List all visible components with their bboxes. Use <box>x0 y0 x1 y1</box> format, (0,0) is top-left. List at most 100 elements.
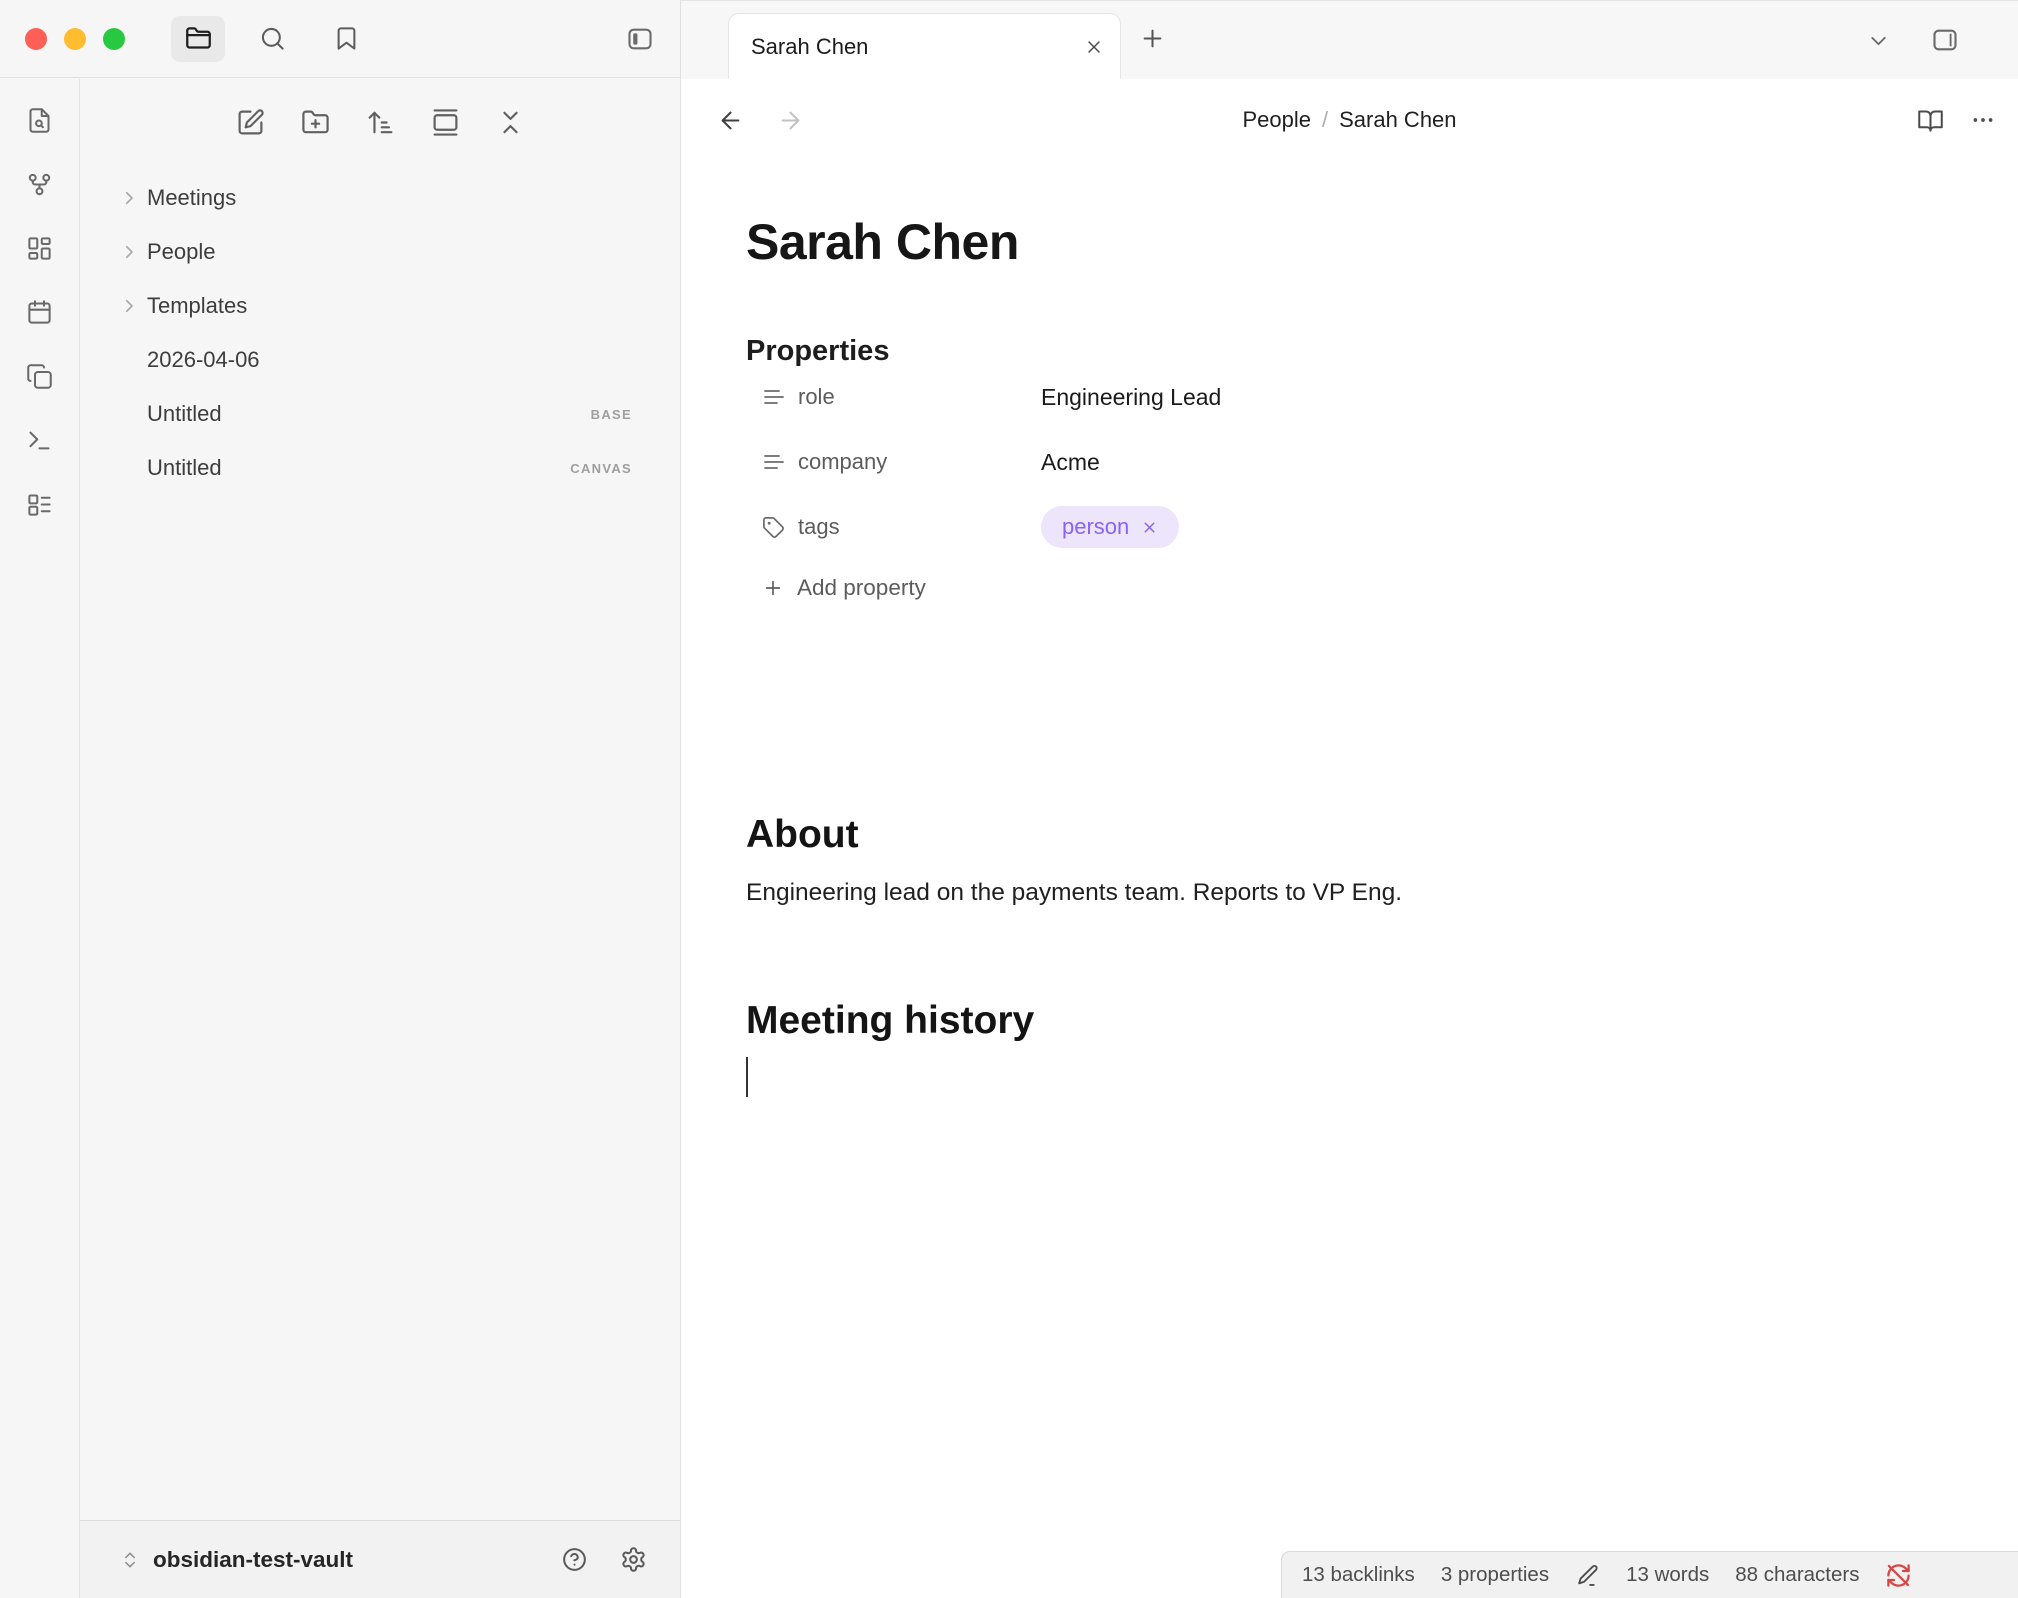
calendar-icon[interactable] <box>26 299 53 326</box>
property-key[interactable]: company <box>798 449 1041 475</box>
new-note-icon[interactable] <box>236 108 265 137</box>
edit-mode-pencil-icon[interactable] <box>1575 1563 1600 1588</box>
status-bar: 13 backlinks 3 properties 13 words 88 ch… <box>1281 1551 2018 1598</box>
gallery-vertical-icon[interactable] <box>431 108 460 137</box>
breadcrumb-note[interactable]: Sarah Chen <box>1339 107 1456 133</box>
about-body[interactable]: Engineering lead on the payments team. R… <box>746 879 1402 907</box>
new-tab-button[interactable] <box>1139 25 1166 52</box>
properties-count[interactable]: 3 properties <box>1441 1563 1549 1587</box>
bookmarks-tab-button[interactable] <box>319 16 373 62</box>
tag-icon <box>762 516 798 539</box>
tab-list-dropdown-button[interactable] <box>1866 28 1891 53</box>
tree-item-label: People <box>147 239 216 265</box>
dashboard-icon[interactable] <box>26 235 53 262</box>
tree-note-daily[interactable]: 2026-04-06 <box>81 333 680 387</box>
new-folder-icon[interactable] <box>301 108 330 137</box>
file-explorer-toolbar <box>81 79 680 165</box>
help-circle-icon <box>561 1546 588 1573</box>
tree-folder-templates[interactable]: Templates <box>81 279 680 333</box>
close-icon <box>1084 37 1104 57</box>
about-heading[interactable]: About <box>746 813 859 857</box>
arrow-right-icon <box>777 107 804 134</box>
chevron-right-icon[interactable] <box>120 297 147 315</box>
reading-mode-button[interactable] <box>1917 107 1944 134</box>
plus-icon <box>762 577 784 599</box>
breadcrumb-separator: / <box>1322 107 1328 133</box>
backlinks-count[interactable]: 13 backlinks <box>1302 1563 1415 1587</box>
remove-tag-icon[interactable] <box>1141 519 1158 536</box>
collapse-all-icon[interactable] <box>496 108 525 137</box>
tag-pill[interactable]: person <box>1041 506 1179 548</box>
files-tab-button[interactable] <box>171 16 225 62</box>
gear-icon <box>620 1546 647 1573</box>
text-cursor <box>746 1057 748 1097</box>
zoom-window-button[interactable] <box>103 28 125 50</box>
help-button[interactable] <box>561 1546 588 1573</box>
obsidian-window: Meetings People Templates 2026-04-06 <box>0 0 2018 1598</box>
tree-file-untitled-canvas[interactable]: Untitled CANVAS <box>81 441 680 495</box>
tree-item-label: 2026-04-06 <box>147 347 260 373</box>
vault-bar: obsidian-test-vault <box>80 1520 680 1598</box>
chevron-right-icon[interactable] <box>120 243 147 261</box>
meeting-history-heading[interactable]: Meeting history <box>746 999 1034 1043</box>
text-property-icon <box>762 385 798 409</box>
search-tab-button[interactable] <box>245 16 299 62</box>
list-detail-icon[interactable] <box>26 491 53 518</box>
word-count[interactable]: 13 words <box>1626 1563 1709 1587</box>
chevron-right-icon[interactable] <box>120 189 147 207</box>
plus-icon <box>1139 25 1166 52</box>
properties-heading[interactable]: Properties <box>746 335 889 368</box>
file-type-badge: CANVAS <box>570 461 632 476</box>
view-header: People / Sarah Chen <box>681 79 2018 161</box>
property-row-tags[interactable]: tags person <box>762 501 1179 553</box>
sort-order-icon[interactable] <box>366 108 395 137</box>
titlebar <box>0 0 680 78</box>
property-row-company[interactable]: company Acme <box>762 436 1100 488</box>
add-property-button[interactable]: Add property <box>762 575 926 601</box>
navigate-back-button[interactable] <box>717 107 744 134</box>
arrow-left-icon <box>717 107 744 134</box>
vault-switcher[interactable]: obsidian-test-vault <box>120 1547 353 1573</box>
property-key[interactable]: role <box>798 384 1041 410</box>
tree-file-untitled-base[interactable]: Untitled BASE <box>81 387 680 441</box>
chevron-down-icon <box>1866 28 1891 53</box>
breadcrumb: People / Sarah Chen <box>681 107 2018 133</box>
property-value[interactable]: Acme <box>1041 449 1100 476</box>
property-value[interactable]: Engineering Lead <box>1041 384 1221 411</box>
note-title[interactable]: Sarah Chen <box>746 213 1019 271</box>
copy-icon[interactable] <box>26 363 53 390</box>
graph-icon[interactable] <box>26 171 53 198</box>
property-key[interactable]: tags <box>798 514 1041 540</box>
note-editor[interactable]: Sarah Chen Properties role Engineering L… <box>746 161 1976 1551</box>
navigate-forward-button[interactable] <box>777 107 804 134</box>
more-options-button[interactable] <box>1970 107 1996 133</box>
breadcrumb-folder[interactable]: People <box>1242 107 1311 133</box>
tree-folder-meetings[interactable]: Meetings <box>81 171 680 225</box>
sync-disabled-icon[interactable] <box>1885 1562 1912 1589</box>
main-pane: Sarah Chen <box>680 0 2018 1598</box>
close-window-button[interactable] <box>25 28 47 50</box>
vault-name: obsidian-test-vault <box>153 1547 353 1573</box>
tree-item-label: Meetings <box>147 185 236 211</box>
tree-folder-people[interactable]: People <box>81 225 680 279</box>
tab-close-button[interactable] <box>1084 37 1104 57</box>
tag-pill-label[interactable]: person <box>1062 514 1129 540</box>
terminal-icon[interactable] <box>26 427 53 454</box>
minimize-window-button[interactable] <box>64 28 86 50</box>
character-count[interactable]: 88 characters <box>1735 1563 1859 1587</box>
tab-bar: Sarah Chen <box>681 1 2018 79</box>
panel-left-icon <box>626 25 654 53</box>
property-row-role[interactable]: role Engineering Lead <box>762 371 1221 423</box>
tree-item-label: Templates <box>147 293 247 319</box>
collapse-left-sidebar-button[interactable] <box>626 25 654 53</box>
collapse-right-sidebar-button[interactable] <box>1931 26 1959 54</box>
tab-title: Sarah Chen <box>751 34 1084 60</box>
titlebar-buttons <box>171 16 373 62</box>
file-tree: Meetings People Templates 2026-04-06 <box>81 165 680 495</box>
file-search-icon[interactable] <box>26 107 53 134</box>
search-icon <box>259 25 286 52</box>
tree-item-label: Untitled <box>147 401 222 427</box>
settings-button[interactable] <box>620 1546 647 1573</box>
tab-sarah-chen[interactable]: Sarah Chen <box>728 13 1121 79</box>
add-property-label: Add property <box>797 575 926 601</box>
